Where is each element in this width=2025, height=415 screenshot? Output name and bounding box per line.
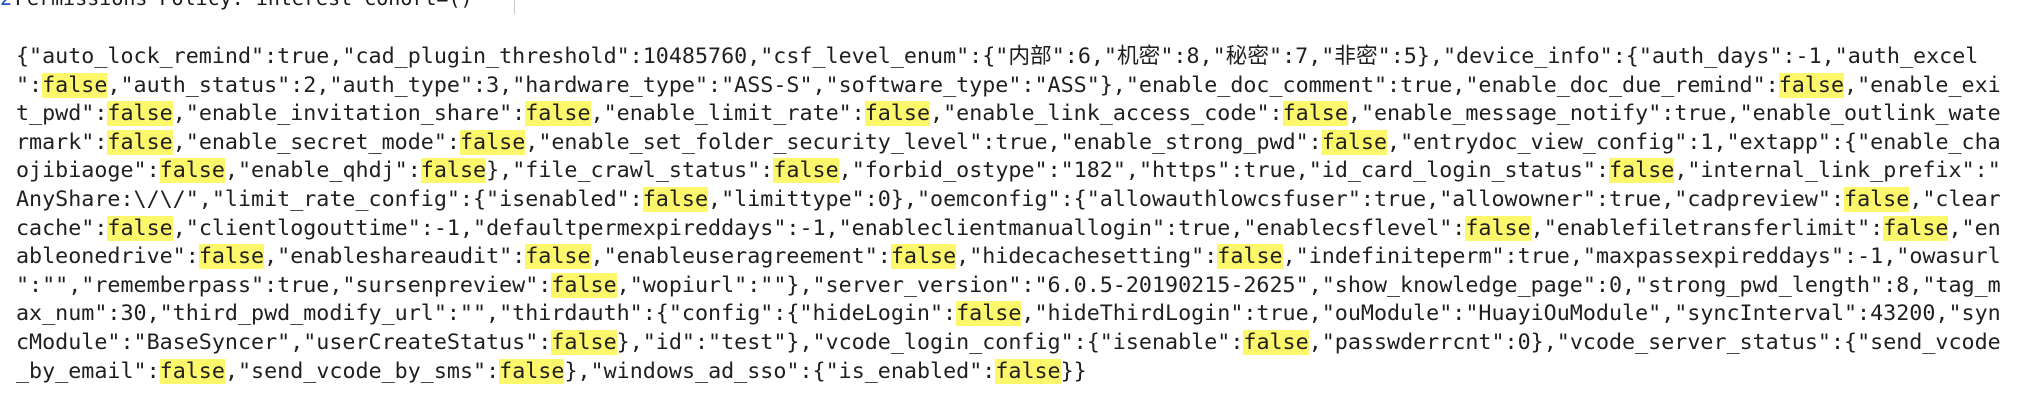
json-text: ,"clear	[1909, 186, 2001, 212]
json-line: cache":false,"clientlogouttime":-1,"defa…	[16, 215, 2014, 244]
json-text: ,"en	[1948, 215, 2001, 241]
json-line: ojibiaoge":false,"enable_qhdj":false},"f…	[16, 157, 2014, 186]
json-text: ,"enable_qhdj":	[224, 158, 421, 184]
json-text: ,"enable_link_access_code":	[930, 101, 1283, 127]
json-response-body[interactable]: {"auto_lock_remind":true,"cad_plugin_thr…	[16, 43, 2014, 386]
json-text: ,"enableshareaudit":	[264, 244, 526, 270]
json-text: ,"forbid_ostype":"182","https":true,"id_…	[838, 158, 1610, 184]
json-line: ":false,"auth_status":2,"auth_type":3,"h…	[16, 72, 2014, 101]
line-number: 2	[0, 0, 12, 10]
json-line: t_pwd":false,"enable_invitation_share":f…	[16, 100, 2014, 129]
json-text: _by_email":	[16, 358, 160, 384]
json-text: cache":	[16, 215, 108, 241]
json-text: },"id":"test"},"vcode_login_config":{"is…	[616, 329, 1244, 355]
json-text: ":"","rememberpass":true,"sursenpreview"…	[16, 272, 552, 298]
json-text: ,"indefiniteperm":true,"maxpassexpiredda…	[1282, 244, 2001, 270]
json-text: },"file_crawl_status":	[486, 158, 774, 184]
search-highlight: false	[525, 244, 591, 270]
json-text: ,"enable_invitation_share":	[172, 101, 526, 127]
header-line: 2 Permissions-Policy: interest-cohort=()	[0, 0, 2025, 14]
json-text: ,"auth_status":2,"auth_type":3,"hardware…	[107, 72, 1779, 98]
search-highlight: false	[420, 158, 487, 184]
search-highlight: false	[864, 101, 931, 127]
search-highlight: false	[551, 329, 617, 355]
json-text: ,"send_vcode_by_sms":	[224, 358, 500, 384]
json-text: ,"enable_message_notify":true,"enable_ou…	[1347, 101, 2001, 127]
search-highlight: false	[1282, 101, 1348, 127]
json-text: ,"enable_exi	[1844, 72, 2001, 98]
search-highlight: false	[773, 158, 839, 184]
json-text: AnyShare:\/\/","limit_rate_config":{"ise…	[16, 186, 643, 212]
search-highlight: false	[1883, 215, 1949, 241]
json-text: }}	[1060, 358, 1087, 384]
json-text: rmark":	[16, 129, 108, 155]
json-text: ,"passwderrcnt":0},"vcode_server_status"…	[1308, 329, 2001, 355]
json-line: ableonedrive":false,"enableshareaudit":f…	[16, 243, 2014, 272]
search-highlight: false	[1609, 158, 1675, 184]
search-highlight: false	[1778, 72, 1845, 98]
search-highlight: false	[551, 272, 617, 298]
json-text: ,"entrydoc_view_config":1,"extapp":{"ena…	[1387, 129, 2001, 155]
search-highlight: false	[42, 72, 108, 98]
json-text: ,"clientlogouttime":-1,"defaultpermexpir…	[172, 215, 1466, 241]
json-text: ,"enable_set_folder_security_level":true…	[525, 129, 1322, 155]
json-text: ax_num":30,"third_pwd_modify_url":"","th…	[16, 301, 957, 327]
json-line: _by_email":false,"send_vcode_by_sms":fal…	[16, 358, 2014, 387]
json-text: ableonedrive":	[16, 244, 199, 270]
json-text: ,"hidecachesetting":	[956, 244, 1218, 270]
search-highlight: false	[1844, 186, 1910, 212]
json-text: cModule":"BaseSyncer","userCreateStatus"…	[16, 329, 552, 355]
search-highlight: false	[459, 129, 526, 155]
json-text: ,"hideThirdLogin":true,"ouModule":"Huayi…	[1021, 301, 2001, 327]
json-line: AnyShare:\/\/","limit_rate_config":{"ise…	[16, 186, 2014, 215]
search-highlight: false	[1465, 215, 1531, 241]
json-text: ,"enableuseragreement":	[590, 244, 891, 270]
json-text: ,"wopiurl":""},"server_version":"6.0.5-2…	[616, 272, 2001, 298]
search-highlight: false	[159, 158, 225, 184]
json-text: ":	[16, 72, 43, 98]
divider	[514, 0, 515, 14]
search-highlight: false	[107, 129, 173, 155]
search-highlight: false	[499, 358, 565, 384]
search-highlight: false	[525, 101, 591, 127]
search-highlight: false	[995, 358, 1061, 384]
search-highlight: false	[956, 301, 1022, 327]
search-highlight: false	[198, 244, 265, 270]
search-highlight: false	[159, 358, 225, 384]
json-text: },"windows_ad_sso":{"is_enabled":	[564, 358, 996, 384]
json-line: cModule":"BaseSyncer","userCreateStatus"…	[16, 329, 2014, 358]
response-viewer: 2 Permissions-Policy: interest-cohort=()…	[0, 0, 2025, 415]
search-highlight: false	[107, 215, 173, 241]
search-highlight: false	[1217, 244, 1283, 270]
json-line: ax_num":30,"third_pwd_modify_url":"","th…	[16, 300, 2014, 329]
json-text: ojibiaoge":	[16, 158, 160, 184]
search-highlight: false	[1243, 329, 1309, 355]
json-text: ,"enable_secret_mode":	[172, 129, 460, 155]
json-text: ,"enable_limit_rate":	[590, 101, 865, 127]
json-text: {"auto_lock_remind":true,"cad_plugin_thr…	[16, 44, 1979, 69]
json-text: ,"limittype":0},"oemconfig":{"allowauthl…	[708, 186, 1845, 212]
json-text: t_pwd":	[16, 101, 108, 127]
search-highlight: false	[890, 244, 957, 270]
json-line: {"auto_lock_remind":true,"cad_plugin_thr…	[16, 43, 2014, 72]
search-highlight: false	[642, 186, 709, 212]
json-text: ,"internal_link_prefix":"	[1674, 158, 2001, 184]
search-highlight: false	[107, 101, 173, 127]
json-line: rmark":false,"enable_secret_mode":false,…	[16, 129, 2014, 158]
json-line: ":"","rememberpass":true,"sursenpreview"…	[16, 272, 2014, 301]
search-highlight: false	[1321, 129, 1388, 155]
json-text: ,"enablefiletransferlimit":	[1530, 215, 1884, 241]
header-text: Permissions-Policy: interest-cohort=()	[15, 0, 473, 10]
